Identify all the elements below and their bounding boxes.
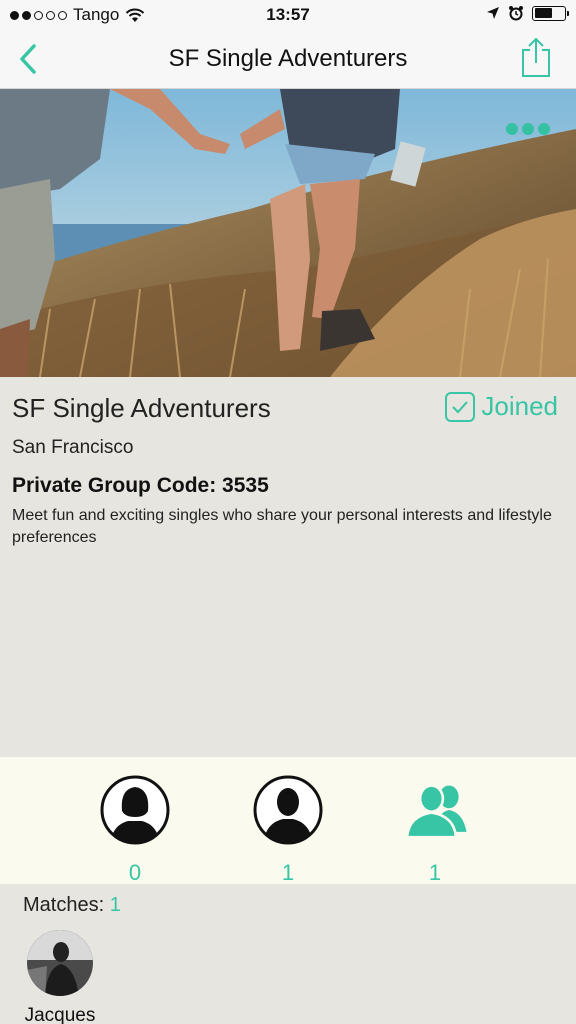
status-bar: Tango 13:57 — [0, 0, 576, 30]
matches-section: Matches: 1 Jacques — [0, 884, 576, 1024]
female-avatar-icon — [100, 775, 170, 845]
member-stats: 0 1 1 — [0, 757, 576, 886]
alarm-icon — [509, 6, 523, 21]
group-members-icon — [405, 784, 467, 839]
avatar — [27, 930, 93, 996]
group-description: Meet fun and exciting singles who share … — [12, 507, 552, 546]
male-members-stat[interactable]: 1 — [243, 775, 333, 886]
battery-icon — [532, 5, 569, 21]
matches-label: Matches: — [23, 894, 110, 916]
male-avatar-icon — [253, 775, 323, 845]
group-count: 1 — [428, 860, 442, 885]
more-dots-icon[interactable] — [506, 123, 550, 135]
female-members-stat[interactable]: 0 — [90, 775, 180, 886]
nav-bar: SF Single Adventurers — [0, 30, 576, 89]
joined-label: Joined — [481, 391, 558, 421]
group-city: San Francisco — [12, 437, 134, 458]
checkmark-icon — [445, 391, 476, 422]
share-icon[interactable] — [520, 36, 552, 78]
location-arrow-icon — [487, 7, 499, 19]
hiking-couple-photo — [0, 89, 576, 377]
match-name: Jacques — [24, 1005, 96, 1024]
match-item[interactable]: Jacques — [22, 930, 98, 1024]
group-cover-image — [0, 89, 576, 377]
group-members-stat[interactable]: 1 — [390, 775, 480, 886]
male-count: 1 — [281, 860, 295, 885]
matches-count: 1 — [109, 894, 121, 916]
group-code: Private Group Code: 3535 — [12, 474, 269, 497]
female-count: 0 — [128, 860, 142, 885]
status-right — [486, 5, 569, 21]
page-title: SF Single Adventurers — [168, 45, 408, 72]
matches-heading: Matches: 1 — [23, 894, 121, 917]
group-info: SF Single Adventurers Joined San Francis… — [0, 377, 576, 757]
joined-button[interactable]: Joined — [445, 391, 558, 422]
group-name: SF Single Adventurers — [12, 393, 271, 423]
